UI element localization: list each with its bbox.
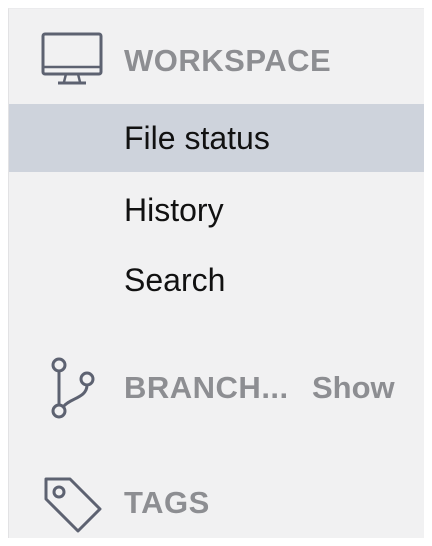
- monitor-icon: [39, 28, 105, 94]
- branches-label: BRANCH...: [124, 370, 289, 405]
- sidebar-item-label: Search: [124, 261, 226, 298]
- branches-show-link[interactable]: Show: [312, 370, 395, 406]
- tags-label: TAGS: [124, 485, 210, 520]
- tag-icon: [39, 470, 105, 536]
- workspace-section-header[interactable]: WORKSPACE: [9, 27, 424, 95]
- sidebar-item-history[interactable]: History: [9, 176, 424, 244]
- branch-icon: [39, 355, 105, 421]
- sidebar-item-file-status[interactable]: File status: [9, 104, 424, 172]
- sidebar-item-label: File status: [124, 119, 270, 156]
- sidebar-item-label: History: [124, 191, 224, 228]
- branches-section-header[interactable]: BRANCH... Show: [9, 354, 424, 422]
- sidebar: WORKSPACE File status History Search BRA…: [8, 8, 424, 538]
- tags-section-header[interactable]: TAGS: [9, 469, 424, 537]
- sidebar-item-search[interactable]: Search: [9, 246, 424, 314]
- workspace-label: WORKSPACE: [124, 43, 332, 78]
